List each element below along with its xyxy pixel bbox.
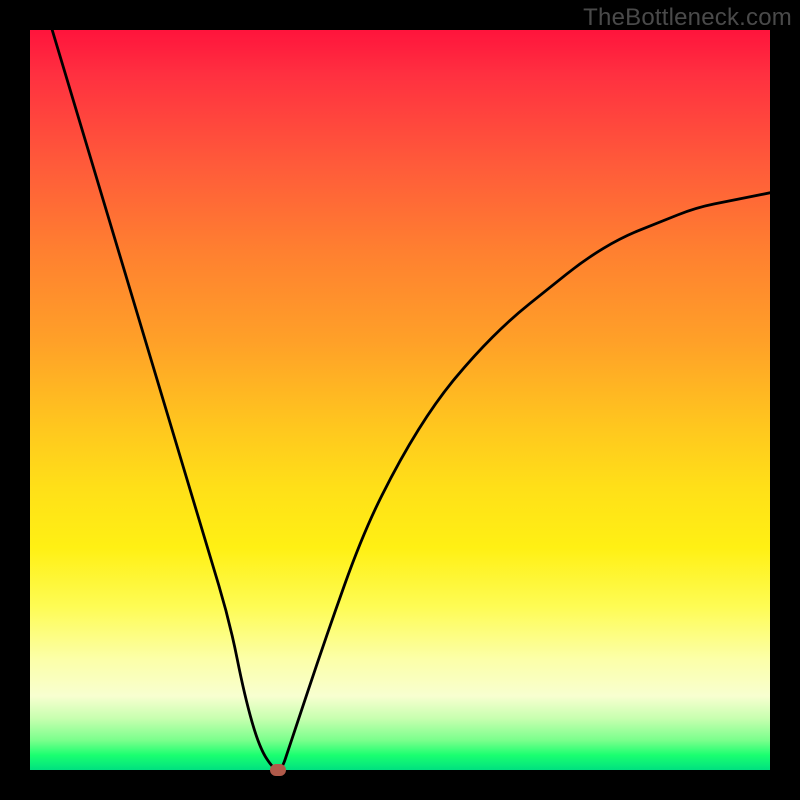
bottleneck-curve (30, 30, 770, 770)
watermark-text: TheBottleneck.com (583, 4, 792, 32)
optimum-marker (270, 764, 286, 776)
chart-plot-area (30, 30, 770, 770)
chart-frame: TheBottleneck.com (0, 0, 800, 800)
